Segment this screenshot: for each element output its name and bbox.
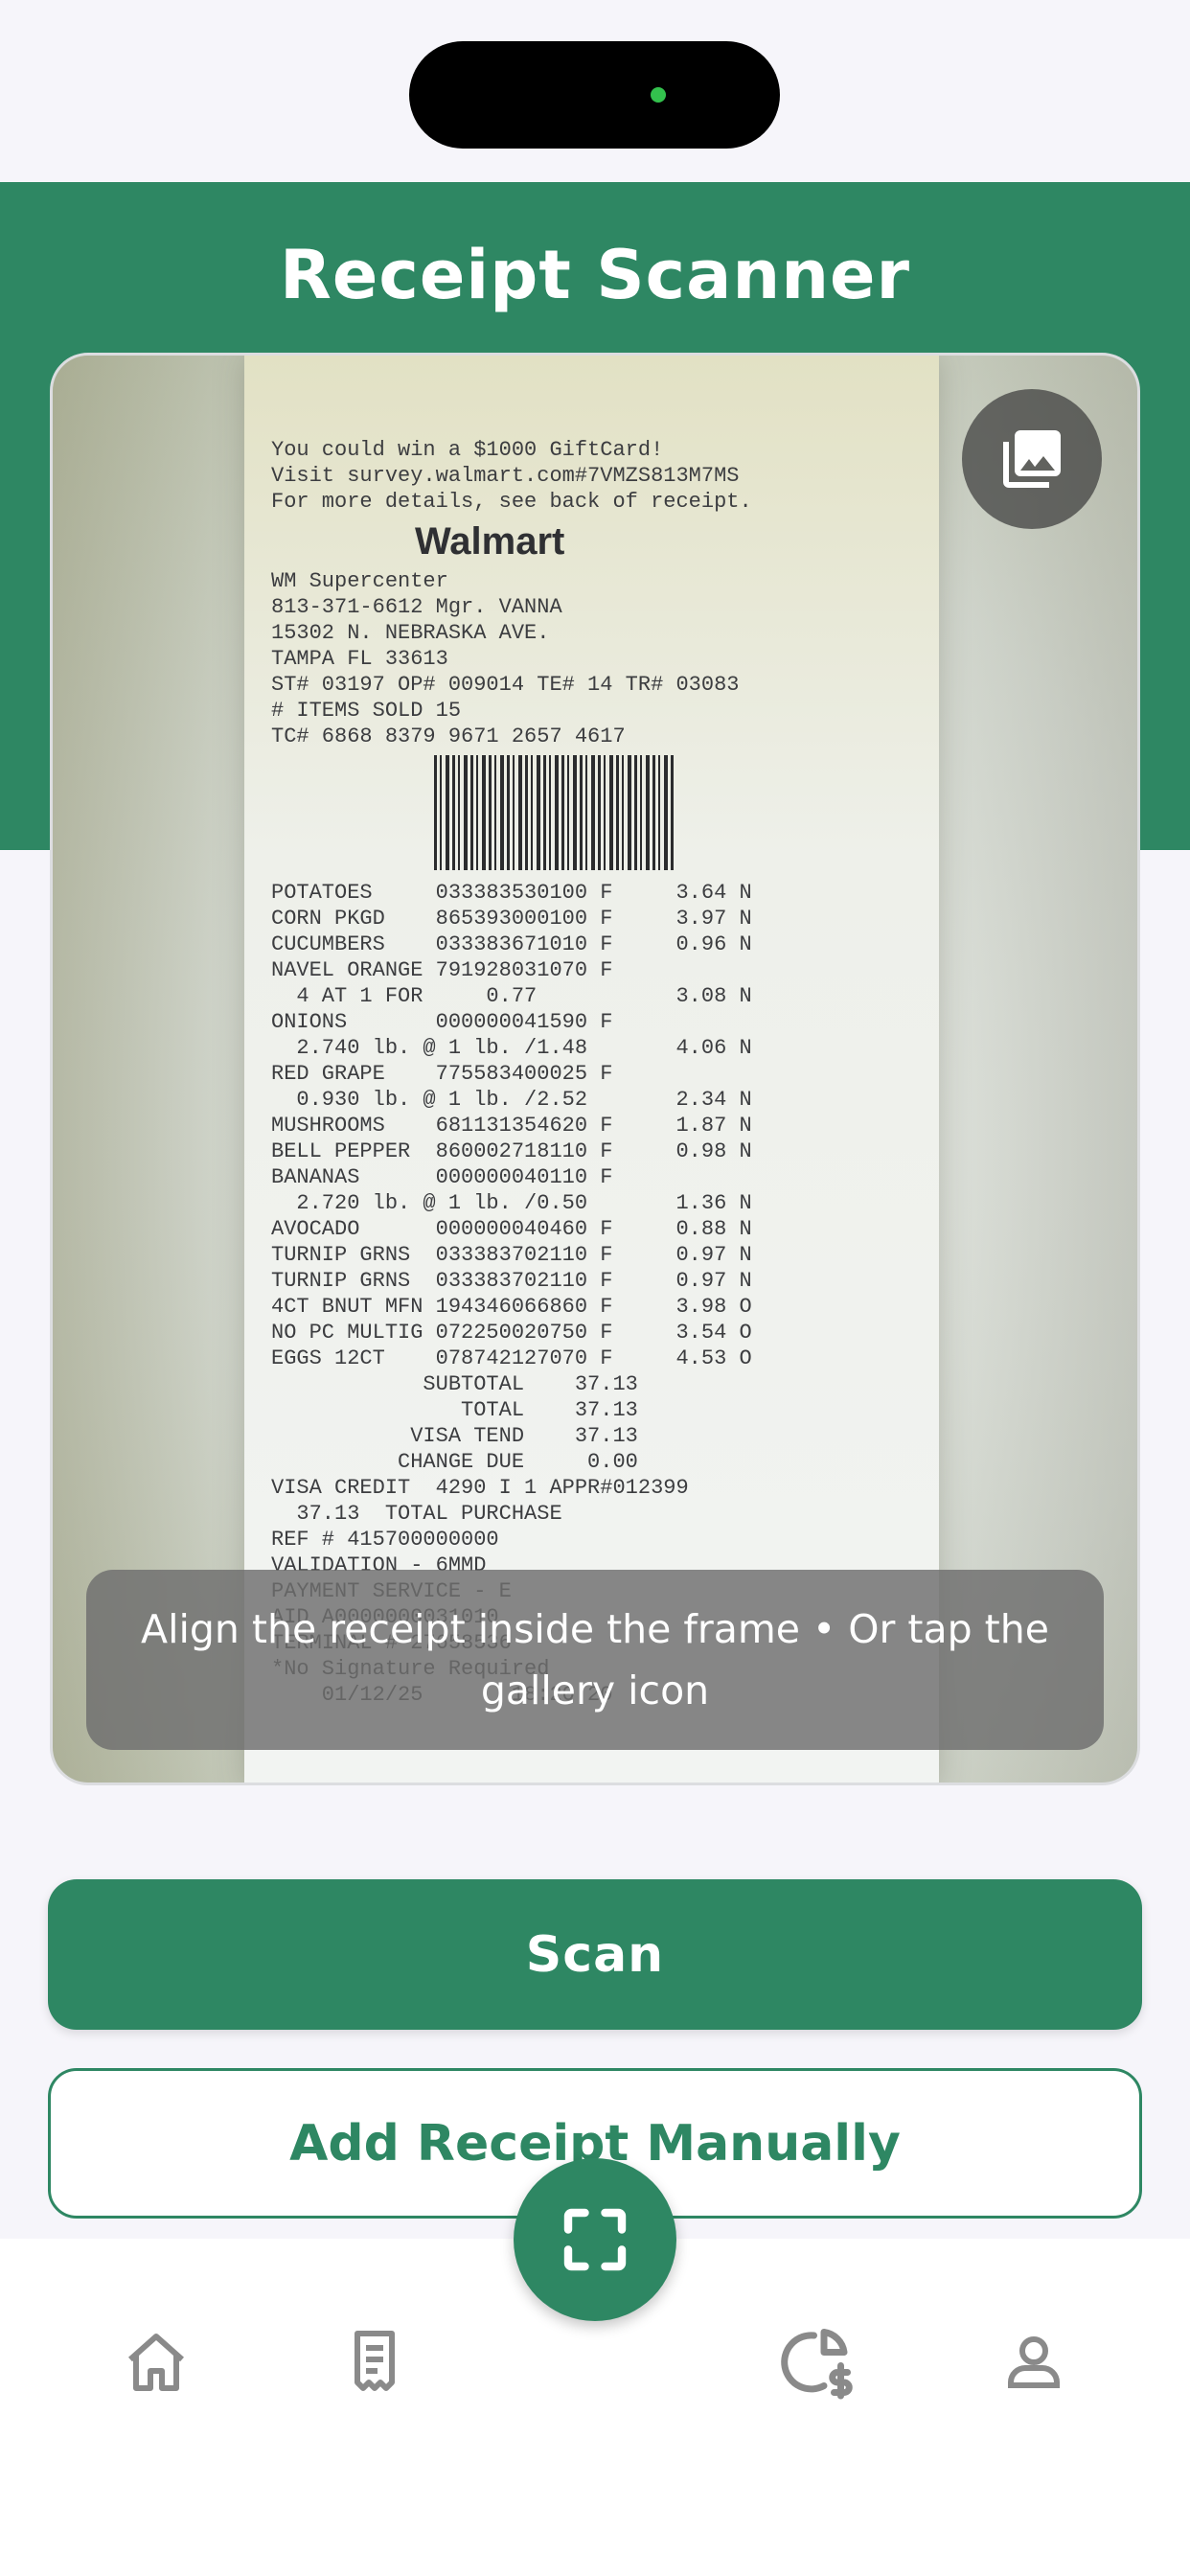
page-title: Receipt Scanner [279, 236, 911, 314]
nav-profile[interactable] [991, 2319, 1077, 2405]
receipt-line: TAMPA FL 33613 [271, 647, 448, 671]
receipt-line: 15302 N. NEBRASKA AVE. [271, 621, 550, 645]
receipt-line: VISA TEND 37.13 [271, 1424, 638, 1448]
receipt-line: TURNIP GRNS 033383702110 F 0.97 N [271, 1243, 752, 1267]
budget-icon [781, 2329, 853, 2400]
receipt-line: Walmart [415, 520, 565, 563]
receipt-line: BELL PEPPER 860002718110 F 0.98 N [271, 1139, 752, 1163]
home-icon [128, 2334, 184, 2391]
receipt-line: NO PC MULTIG 072250020750 F 3.54 O [271, 1321, 752, 1345]
receipt-line: ONIONS 000000041590 F [271, 1010, 613, 1034]
receipt-line: VISA CREDIT 4290 I 1 APPR#012399 [271, 1476, 689, 1500]
status-bar [0, 0, 1190, 182]
receipt-line: For more details, see back of receipt. [271, 490, 752, 514]
image-gallery-icon [1003, 430, 1061, 488]
receipt-line: REF # 415700000000 [271, 1528, 499, 1552]
scan-hint: Align the receipt inside the frame • Or … [86, 1570, 1104, 1750]
nav-budget[interactable] [774, 2319, 860, 2405]
receipt-line: ST# 03197 OP# 009014 TE# 14 TR# 03083 [271, 673, 740, 697]
receipt-line: # ITEMS SOLD 15 [271, 699, 462, 723]
receipt-text: You could win a $1000 GiftCard! Visit sur… [271, 437, 923, 1708]
camera-indicator-dot [651, 87, 666, 103]
receipt-line: POTATOES 033383530100 F 3.64 N [271, 881, 752, 905]
receipt-line: 0.930 lb. @ 1 lb. /2.52 2.34 N [271, 1088, 752, 1112]
receipt-line: 2.720 lb. @ 1 lb. /0.50 1.36 N [271, 1191, 752, 1215]
receipt-line: BANANAS 000000040110 F [271, 1165, 613, 1189]
gallery-button[interactable] [962, 389, 1102, 529]
receipt-line: EGGS 12CT 078742127070 F 4.53 O [271, 1346, 752, 1370]
nav-home[interactable] [113, 2319, 199, 2405]
dynamic-island [409, 41, 780, 149]
receipt-line: 4CT BNUT MFN 194346066860 F 3.98 O [271, 1295, 752, 1319]
receipts-icon [355, 2331, 395, 2391]
receipt-line: AVOCADO 000000040460 F 0.88 N [271, 1217, 752, 1241]
receipt-line: 813-371-6612 Mgr. VANNA [271, 595, 562, 619]
receipt-line: CORN PKGD 865393000100 F 3.97 N [271, 907, 752, 931]
receipt-line: 4 AT 1 FOR 0.77 3.08 N [271, 984, 752, 1008]
receipt-line: CUCUMBERS 033383671010 F 0.96 N [271, 932, 752, 956]
scan-icon [563, 2208, 627, 2271]
receipt-barcode [434, 755, 674, 870]
scan-fab[interactable] [514, 2158, 676, 2321]
receipt-line: SUBTOTAL 37.13 [271, 1372, 638, 1396]
receipt-line: Visit survey.walmart.com#7VMZS813M7MS [271, 464, 740, 488]
receipt-line: NAVEL ORANGE 791928031070 F [271, 958, 613, 982]
nav-receipts[interactable] [332, 2319, 418, 2405]
receipt-line: TOTAL 37.13 [271, 1398, 638, 1422]
receipt-line: MUSHROOMS 681131354620 F 1.87 N [271, 1114, 752, 1138]
profile-icon [1008, 2336, 1060, 2388]
receipt-line: RED GRAPE 775583400025 F [271, 1062, 613, 1086]
receipt-line: WM Supercenter [271, 569, 448, 593]
receipt-line: TURNIP GRNS 033383702110 F 0.97 N [271, 1269, 752, 1293]
receipt-line: 2.740 lb. @ 1 lb. /1.48 4.06 N [271, 1036, 752, 1060]
receipt-line: 37.13 TOTAL PURCHASE [271, 1502, 562, 1526]
receipt-line: You could win a $1000 GiftCard! [271, 438, 664, 462]
scan-button[interactable]: Scan [48, 1879, 1142, 2030]
receipt-line: CHANGE DUE 0.00 [271, 1450, 638, 1474]
receipt-line: TC# 6868 8379 9671 2657 4617 [271, 724, 626, 748]
